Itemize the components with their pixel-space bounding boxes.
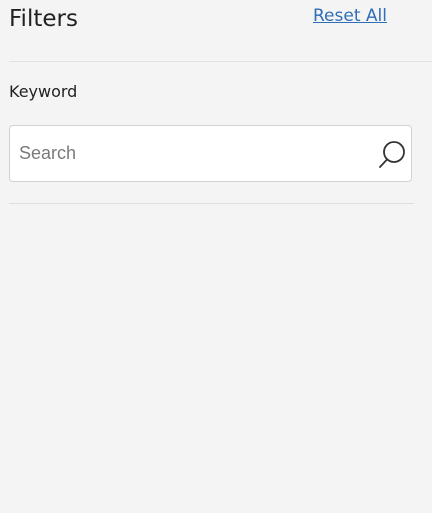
search-field[interactable] (9, 125, 412, 182)
keyword-label: Keyword (9, 82, 78, 101)
filters-header: Filters Reset All (0, 0, 432, 60)
search-icon[interactable] (376, 139, 408, 171)
filters-panel: Filters Reset All Keyword (0, 0, 432, 513)
reset-all-link[interactable]: Reset All (313, 4, 387, 28)
section-divider (9, 203, 414, 204)
search-input[interactable] (10, 126, 360, 181)
header-divider (9, 61, 432, 62)
page-title: Filters (9, 6, 78, 32)
